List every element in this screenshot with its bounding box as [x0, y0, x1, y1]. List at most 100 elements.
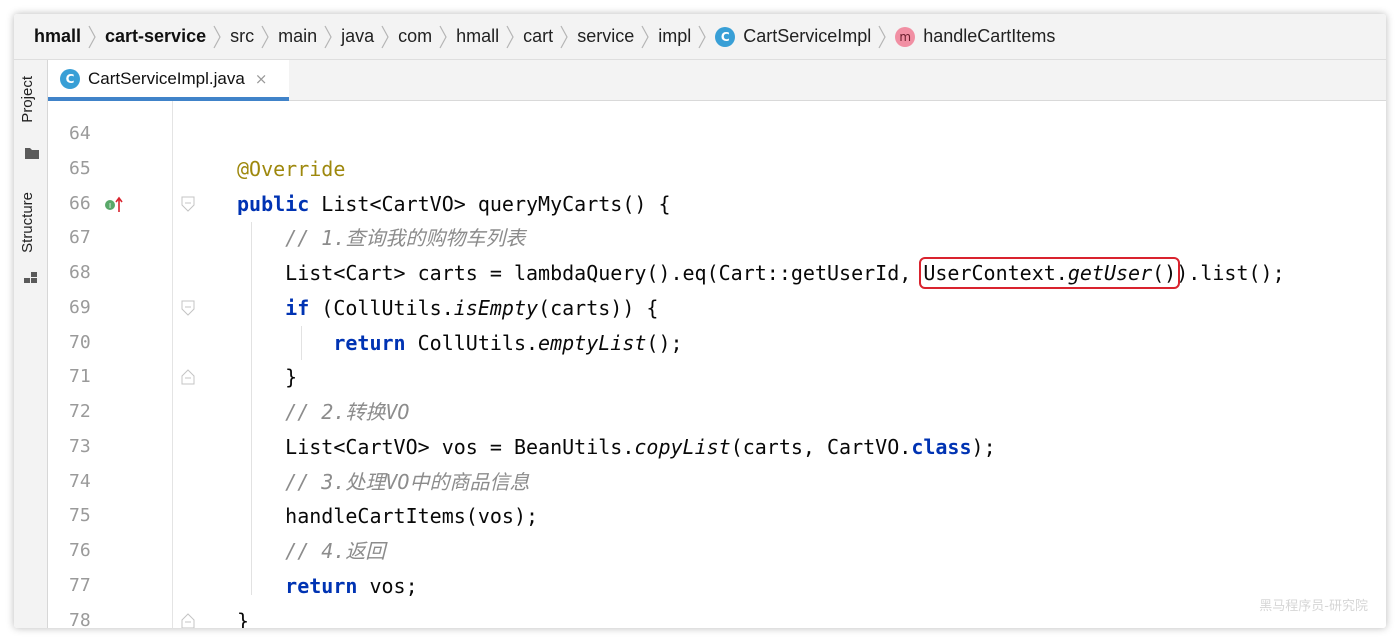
code-token: List<Cart> carts = lambdaQuery().eq(Cart… [237, 261, 924, 285]
code-token: } [237, 365, 298, 390]
project-tool-button[interactable]: Project [19, 76, 36, 123]
breadcrumb-item-java[interactable]: java [341, 26, 374, 47]
code-text[interactable]: } [237, 360, 297, 395]
implements-icon[interactable]: I [104, 194, 126, 216]
code-token: emptyList [538, 330, 647, 355]
tool-window-strip: Project Structure [14, 60, 48, 628]
code-text[interactable]: // 4.返回 [237, 534, 385, 569]
code-token: (CollUtils. [309, 295, 454, 320]
structure-tool-button[interactable]: Structure [19, 192, 36, 253]
code-token: List<CartVO> queryMyCarts() { [309, 191, 671, 216]
line-number: 69 [69, 296, 91, 318]
breadcrumb-item-impl[interactable]: impl [658, 26, 691, 47]
code-token: // 2.转换VO [237, 400, 410, 424]
breadcrumb-item-cartserviceimpl[interactable]: C CartServiceImpl [715, 26, 871, 47]
code-text[interactable]: // 3.处理VO中的商品信息 [237, 465, 529, 500]
code-text[interactable]: return CollUtils.emptyList(); [237, 326, 682, 361]
breadcrumb-item-cart-service[interactable]: cart-service [105, 26, 206, 47]
breadcrumb-item-hmall[interactable]: hmall [456, 26, 499, 47]
line-number: 78 [69, 609, 91, 629]
breadcrumb-label: CartServiceImpl [743, 26, 872, 46]
line-number: 71 [69, 366, 91, 388]
breadcrumb-item-src[interactable]: src [230, 26, 254, 47]
line-number: 64 [69, 123, 91, 144]
line-number: 67 [69, 227, 91, 249]
code-line: 75 handleCartItems(vos); [48, 499, 1386, 534]
code-token: } [237, 608, 250, 629]
line-number: 65 [69, 157, 91, 179]
code-text[interactable]: // 1.查询我的购物车列表 [237, 221, 525, 256]
code-text[interactable]: List<Cart> carts = lambdaQuery().eq(Cart… [237, 256, 1285, 291]
fold-open-icon[interactable] [180, 299, 196, 317]
breadcrumb-separator-icon [641, 25, 649, 48]
code-token: copyList [634, 434, 731, 459]
breadcrumb-separator-icon [560, 25, 568, 48]
code-text[interactable]: handleCartItems(vos); [237, 499, 538, 534]
breadcrumb-label: cart [523, 26, 554, 46]
breadcrumb-separator-icon [698, 25, 706, 48]
breadcrumb-separator-icon [506, 25, 514, 48]
structure-icon [24, 272, 37, 283]
code-token: return [333, 330, 406, 355]
breadcrumb-item-cart[interactable]: cart [523, 26, 553, 47]
breadcrumb-label: hmall [456, 26, 500, 46]
code-token: () [1152, 261, 1177, 285]
breadcrumb-separator-icon [261, 25, 269, 48]
code-editor[interactable]: 64 65 @Override 66 Ipublic List<CartVO> quer… [48, 101, 1386, 628]
code-line: 68 List<Cart> carts = lambdaQuery().eq(C… [48, 256, 1386, 291]
code-token: (carts, CartVO. [730, 434, 912, 459]
breadcrumb-item-hmall[interactable]: hmall [34, 26, 81, 47]
code-line: 74 // 3.处理VO中的商品信息 [48, 465, 1386, 500]
code-line: 77 return vos; [48, 569, 1386, 604]
breadcrumb-label: service [577, 26, 635, 46]
breadcrumb-item-main[interactable]: main [278, 26, 317, 47]
code-token: ); [971, 434, 996, 459]
code-token: // 4.返回 [237, 539, 386, 563]
breadcrumb: hmall cart-service src main java com hmall cart… [14, 14, 1386, 60]
code-line: 69 if (CollUtils.isEmpty(carts)) { [48, 291, 1386, 326]
code-token: @Override [237, 156, 346, 181]
code-token: public [237, 191, 310, 216]
code-text[interactable]: if (CollUtils.isEmpty(carts)) { [237, 291, 658, 326]
fold-close-icon[interactable] [180, 612, 196, 629]
line-number: 73 [69, 435, 91, 457]
class-icon: C [60, 68, 80, 89]
code-token: if [285, 295, 310, 320]
code-line: 78} [48, 604, 1386, 629]
code-line: 64 [48, 117, 1386, 152]
fold-close-icon[interactable] [180, 368, 196, 386]
code-line: 71 } [48, 360, 1386, 395]
code-token: List<CartVO> vos = BeanUtils. [237, 434, 635, 459]
breadcrumb-label: src [230, 26, 255, 46]
breadcrumb-item-handlecartitems[interactable]: m handleCartItems [895, 26, 1055, 47]
line-number: 75 [69, 505, 91, 527]
code-token: (carts)) { [538, 295, 659, 320]
code-line: 67 // 1.查询我的购物车列表 [48, 221, 1386, 256]
folder-icon [25, 148, 39, 159]
code-text[interactable]: List<CartVO> vos = BeanUtils.copyList(ca… [237, 430, 996, 465]
editor-tab-bar: C CartServiceImpl.java × [48, 60, 1386, 101]
tab-cartserviceimpl[interactable]: C CartServiceImpl.java × [48, 60, 289, 101]
code-text[interactable]: return vos; [237, 569, 418, 604]
close-icon[interactable]: × [255, 70, 268, 88]
code-text[interactable]: @Override [237, 152, 345, 187]
code-token: vos; [357, 573, 418, 598]
breadcrumb-label: com [398, 26, 433, 46]
breadcrumb-label: impl [658, 26, 692, 46]
breadcrumb-item-com[interactable]: com [398, 26, 432, 47]
code-text[interactable]: public List<CartVO> queryMyCarts() { [237, 187, 670, 222]
code-line: 66 Ipublic List<CartVO> queryMyCarts() { [48, 187, 1386, 222]
code-text[interactable]: } [237, 604, 249, 629]
fold-open-icon[interactable] [180, 195, 196, 213]
breadcrumb-item-service[interactable]: service [577, 26, 634, 47]
class-icon: C [715, 26, 736, 47]
line-number: 72 [69, 401, 91, 422]
code-text[interactable]: // 2.转换VO [237, 395, 409, 430]
breadcrumb-label: main [278, 26, 318, 46]
watermark: 黑马程序员-研究院 [1259, 599, 1368, 614]
code-token: UserContext. [923, 261, 1068, 285]
breadcrumb-separator-icon [439, 25, 447, 48]
code-token: CollUtils. [405, 330, 539, 355]
code-token: // 1.查询我的购物车列表 [237, 226, 526, 251]
